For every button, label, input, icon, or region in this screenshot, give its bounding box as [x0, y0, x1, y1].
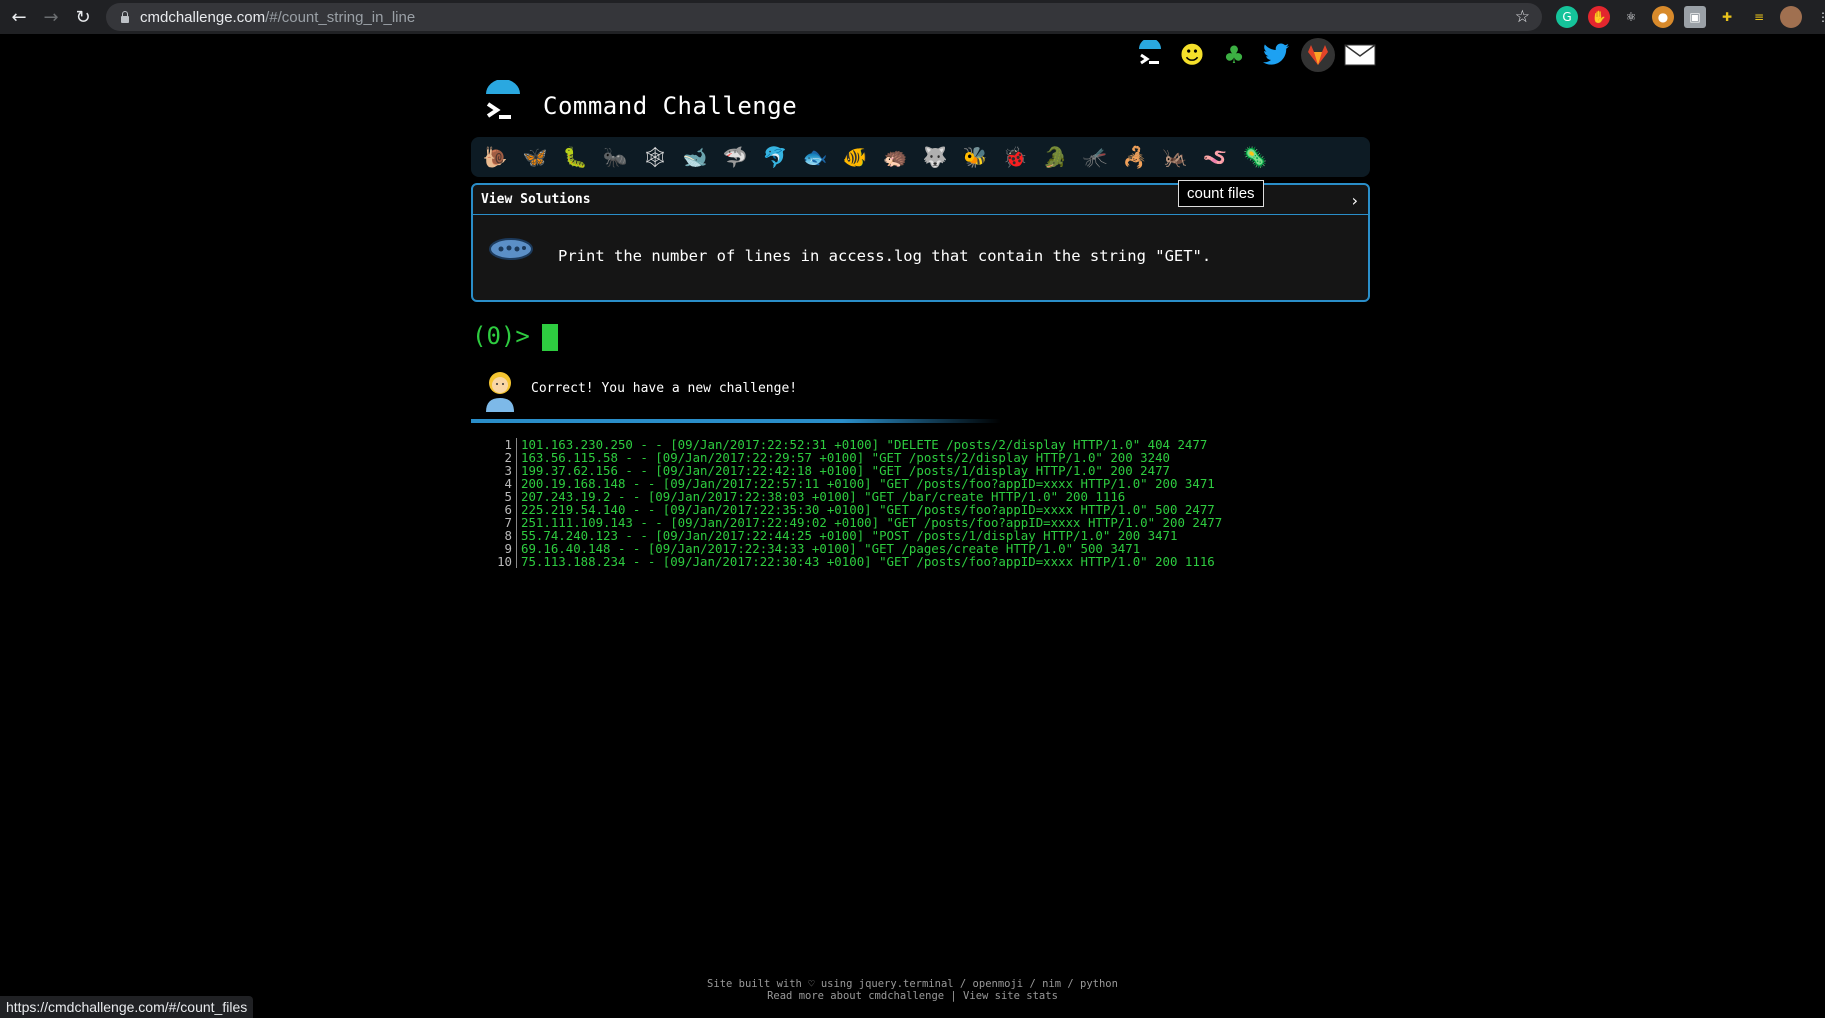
challenge-animal-icon[interactable]: 🐌	[479, 141, 511, 173]
terminal-prompt: (0)>	[472, 322, 530, 350]
challenge-animal-icon[interactable]: 🪱	[1199, 141, 1231, 173]
footer-links[interactable]: Read more about cmdchallenge | View site…	[0, 990, 1825, 1002]
challenge-animal-icon[interactable]: 🐟	[799, 141, 831, 173]
social-links: ☻ ♣	[1133, 38, 1377, 72]
terminal-cursor[interactable]	[542, 324, 558, 351]
reload-icon[interactable]: ↻	[70, 4, 96, 30]
adblock-extension-icon[interactable]: ✋	[1588, 6, 1610, 28]
challenge-animal-icon[interactable]: 🕸	[639, 141, 671, 173]
smiley-icon[interactable]: ☻	[1175, 38, 1209, 72]
challenge-animal-icon[interactable]: 🦔	[879, 141, 911, 173]
url-path: /#/count_string_in_line	[265, 8, 416, 26]
log-line: 10 75.113.188.234 - - [09/Jan/2017:22:30:…	[470, 555, 1222, 568]
twitter-icon[interactable]	[1259, 38, 1293, 72]
bookmark-star-icon[interactable]: ☆	[1515, 7, 1530, 27]
microbe-icon	[487, 235, 535, 263]
challenge-animal-icon[interactable]: 🦂	[1119, 141, 1151, 173]
extension-icon[interactable]: ▣	[1684, 6, 1706, 28]
challenge-animal-icon[interactable]: 🦟	[1079, 141, 1111, 173]
challenge-animal-icon[interactable]: 🦈	[719, 141, 751, 173]
back-arrow-icon[interactable]: ←	[6, 4, 32, 30]
gitlab-icon[interactable]	[1301, 38, 1335, 72]
challenge-animal-icon[interactable]: 🐛	[559, 141, 591, 173]
challenge-strip: 🐌 🦋 🐛 🐜 🕸 🐋 🦈 🐬 🐟 🐠 🦔 🐺 🐝 🐞 🐊 🦟 🦂 🦗 🪱 🦠	[471, 137, 1370, 177]
puzzle-extensions-icon[interactable]: ✚	[1716, 6, 1738, 28]
lock-icon	[120, 11, 130, 23]
page-title: Command Challenge	[543, 92, 798, 120]
tooltip: count files	[1178, 180, 1264, 207]
challenge-animal-icon[interactable]: 🐝	[959, 141, 991, 173]
browser-toolbar: ← → ↻ cmdchallenge.com/#/count_string_in…	[0, 0, 1825, 34]
challenge-animal-icon[interactable]: 🐠	[839, 141, 871, 173]
success-message: Correct! You have a new challenge!	[531, 381, 798, 396]
status-bar-url: https://cmdchallenge.com/#/count_files	[0, 996, 254, 1018]
challenge-animal-icon[interactable]: 🐬	[759, 141, 791, 173]
challenge-animal-icon[interactable]: 🦠	[1239, 141, 1271, 173]
challenge-description: Print the number of lines in access.log …	[558, 247, 1212, 265]
challenge-animal-icon[interactable]: 🐊	[1039, 141, 1071, 173]
footer: Site built with ♡ using jquery.terminal …	[0, 978, 1825, 1002]
person-icon	[483, 370, 517, 412]
log-text: 75.113.188.234 - - [09/Jan/2017:22:30:43…	[521, 554, 1215, 569]
cookie-extension-icon[interactable]: ●	[1652, 6, 1674, 28]
challenge-animal-icon[interactable]: 🐜	[599, 141, 631, 173]
challenge-animal-icon[interactable]: 🦗	[1159, 141, 1191, 173]
address-bar[interactable]: cmdchallenge.com/#/count_string_in_line …	[106, 3, 1542, 31]
logo-icon	[478, 79, 526, 128]
forward-arrow-icon[interactable]: →	[38, 4, 64, 30]
footer-credits: Site built with ♡ using jquery.terminal …	[707, 978, 1118, 990]
terminal-icon[interactable]	[1133, 38, 1167, 72]
challenge-animal-icon[interactable]: 🐺	[919, 141, 951, 173]
mail-icon[interactable]	[1343, 38, 1377, 72]
profile-avatar[interactable]	[1780, 6, 1802, 28]
react-devtools-icon[interactable]: ⚛	[1620, 6, 1642, 28]
line-number: 10	[470, 555, 517, 568]
divider	[471, 419, 1001, 423]
challenge-animal-icon[interactable]: 🦋	[519, 141, 551, 173]
reading-list-icon[interactable]: ≡	[1748, 6, 1770, 28]
menu-kebab-icon[interactable]: ⋮	[1812, 6, 1825, 28]
grammarly-extension-icon[interactable]: G	[1556, 6, 1578, 28]
url-host: cmdchallenge.com	[140, 8, 266, 26]
log-output: 1 101.163.230.250 - - [09/Jan/2017:22:52:…	[470, 438, 1222, 568]
tree-icon[interactable]: ♣	[1217, 38, 1251, 72]
challenge-animal-icon[interactable]: 🐞	[999, 141, 1031, 173]
chevron-right-icon[interactable]: ›	[1352, 191, 1358, 210]
challenge-animal-icon[interactable]: 🐋	[679, 141, 711, 173]
